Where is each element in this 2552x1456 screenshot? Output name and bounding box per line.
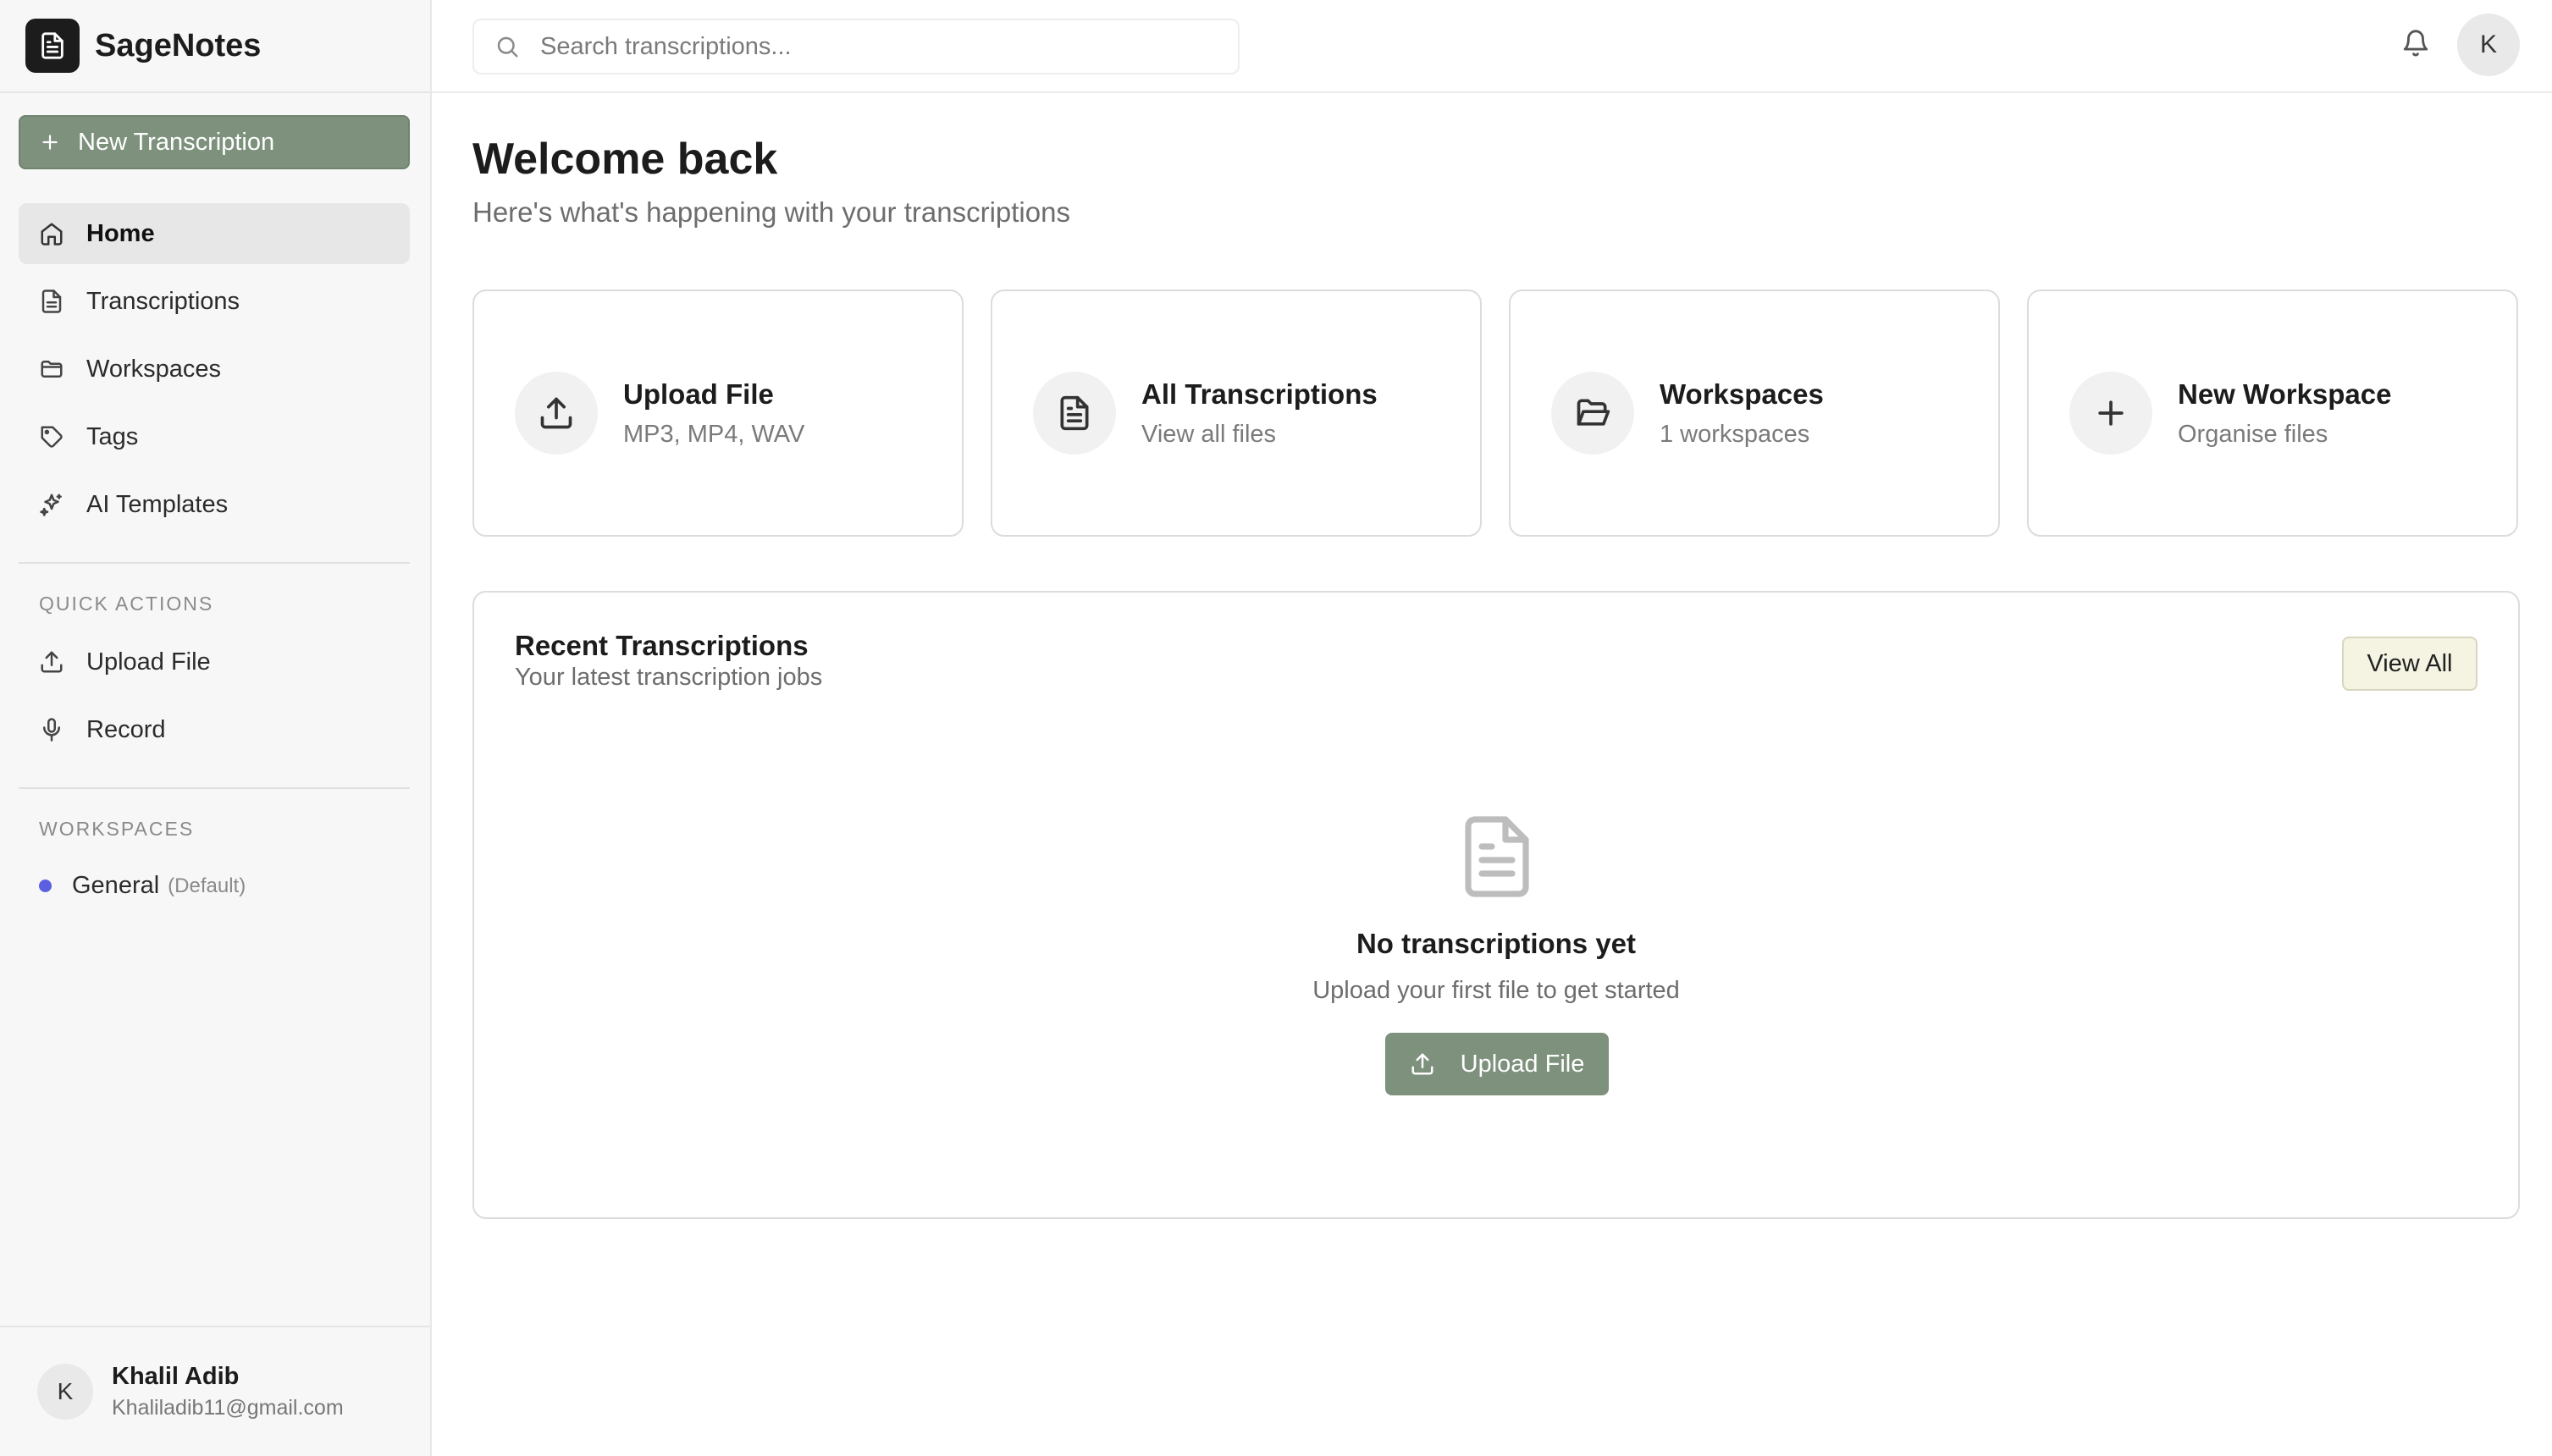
workspace-default-tag: (Default) [168,874,246,897]
new-workspace-card[interactable]: New Workspace Organise files [2027,290,2518,537]
page-title: Welcome back [472,135,778,184]
search-box [472,19,1240,74]
app-root: SageNotes New Transcription Home Transcr… [0,0,2552,1456]
card-subtitle: Organise files [2178,420,2328,448]
quick-action-label: Record [86,715,166,743]
user-email: Khaliladib11@gmail.com [112,1396,344,1420]
user-profile[interactable]: K Khalil Adib Khaliladib11@gmail.com [0,1326,430,1456]
brand-name: SageNotes [95,27,262,63]
quick-action-upload-file[interactable]: Upload File [19,631,410,692]
new-transcription-button[interactable]: New Transcription [19,115,410,169]
empty-state-title: No transcriptions yet [1356,928,1637,959]
new-transcription-label: New Transcription [78,128,275,156]
empty-state-subtitle: Upload your first file to get started [1312,977,1680,1004]
quick-action-label: Upload File [86,648,211,676]
page-subtitle: Here's what's happening with your transc… [472,196,1070,228]
workspace-color-dot [39,880,52,892]
folder-icon [39,356,66,383]
recent-title: Recent Transcriptions [515,630,809,661]
workspace-name: General [72,872,160,899]
workspaces-card[interactable]: Workspaces 1 workspaces [1509,290,2000,537]
sidebar-item-workspaces[interactable]: Workspaces [19,339,410,400]
all-transcriptions-card[interactable]: All Transcriptions View all files [991,290,1482,537]
sidebar-item-home[interactable]: Home [19,203,410,264]
sidebar-item-label: AI Templates [86,490,229,518]
upload-icon [39,648,66,676]
quick-actions-heading: QUICK ACTIONS [39,593,214,615]
view-all-button[interactable]: View All [2342,637,2477,691]
file-text-icon [39,288,66,315]
card-subtitle: 1 workspaces [1660,420,1810,448]
microphone-icon [39,716,66,743]
upload-file-button[interactable]: Upload File [1385,1033,1609,1095]
avatar: K [37,1364,93,1420]
document-icon [25,19,80,73]
card-title: Workspaces [1660,378,1824,410]
brand[interactable]: SageNotes [0,0,430,93]
sidebar: SageNotes New Transcription Home Transcr… [0,0,432,1456]
sidebar-item-label: Workspaces [86,355,222,383]
workspaces-heading: WORKSPACES [39,818,195,840]
tag-icon [39,423,66,450]
sidebar-item-tags[interactable]: Tags [19,406,410,467]
avatar[interactable]: K [2457,14,2520,76]
quick-action-record[interactable]: Record [19,699,410,760]
plus-icon [2069,372,2152,455]
folder-open-icon [1551,372,1634,455]
sidebar-divider [19,562,410,564]
sidebar-item-label: Tags [86,422,139,450]
upload-file-label: Upload File [1460,1050,1585,1078]
upload-icon [1410,1051,1435,1077]
sidebar-nav: Home Transcriptions Workspaces Tags AI T… [19,203,410,542]
card-title: New Workspace [2178,378,2392,410]
sidebar-item-ai-templates[interactable]: AI Templates [19,474,410,535]
card-title: All Transcriptions [1141,378,1378,410]
empty-file-icon [1461,816,1533,897]
upload-file-card[interactable]: Upload File MP3, MP4, WAV [472,290,964,537]
sidebar-item-label: Transcriptions [86,287,240,315]
user-name: Khalil Adib [112,1363,240,1390]
search-icon [494,34,520,59]
sidebar-item-label: Home [86,219,155,247]
home-icon [39,220,66,247]
card-subtitle: View all files [1141,420,1277,448]
bell-icon[interactable] [2401,29,2435,63]
sidebar-item-transcriptions[interactable]: Transcriptions [19,271,410,332]
workspace-item-general[interactable]: General (Default) [39,872,246,900]
file-text-icon [1033,372,1116,455]
sidebar-divider [19,787,410,789]
card-title: Upload File [623,378,774,410]
sparkles-icon [39,491,66,518]
search-input[interactable] [540,32,1218,61]
recent-transcriptions-panel: Recent Transcriptions Your latest transc… [472,591,2520,1219]
recent-subtitle: Your latest transcription jobs [515,664,823,691]
card-subtitle: MP3, MP4, WAV [623,420,805,448]
upload-icon [515,372,598,455]
plus-icon [39,131,61,153]
topbar: K [432,0,2552,93]
quick-actions-list: Upload File Record [19,631,410,767]
